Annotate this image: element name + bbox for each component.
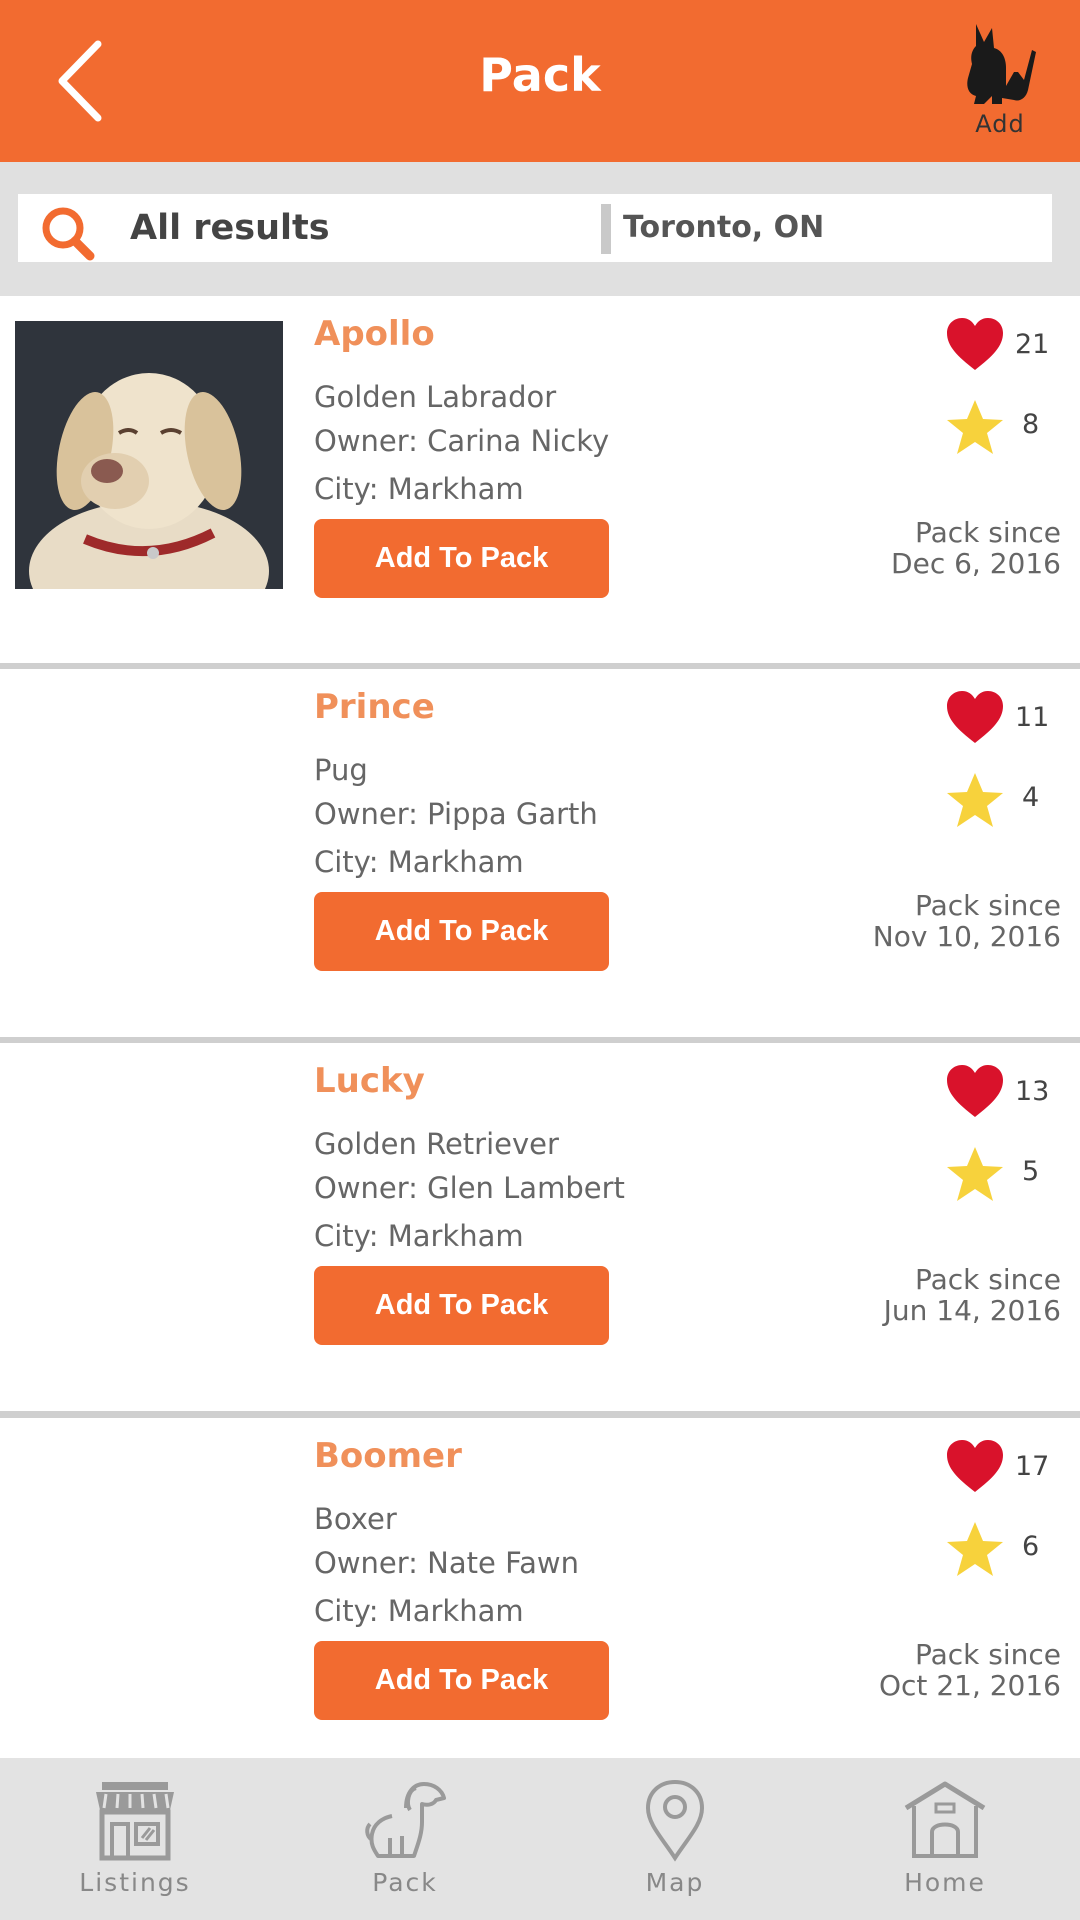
dog-breed: Pug [314, 753, 368, 787]
like-count: 13 [1015, 1076, 1050, 1107]
pack-since-label: Pack since [914, 1263, 1061, 1296]
pack-since: Pack since Dec 6, 2016 [891, 517, 1061, 579]
location-divider [601, 204, 611, 254]
dog-add-icon [967, 24, 1036, 104]
pack-since-label: Pack since [914, 889, 1061, 922]
pack-since: Pack since Oct 21, 2016 [879, 1639, 1061, 1701]
nav-map[interactable]: Map [575, 1778, 775, 1908]
nav-label: Home [904, 1868, 986, 1897]
star-count: 8 [1022, 409, 1040, 440]
nav-home[interactable]: Home [845, 1778, 1045, 1908]
heart-icon[interactable] [945, 689, 1005, 745]
search-bar-container: All results Toronto, ON [0, 162, 1080, 296]
heart-icon[interactable] [945, 1438, 1005, 1494]
dog-owner: Owner: Glen Lambert [314, 1171, 625, 1205]
add-to-pack-button[interactable]: Add To Pack [314, 1266, 609, 1345]
dog-city: City: Markham [314, 1594, 524, 1628]
star-icon[interactable] [945, 1145, 1005, 1203]
pack-since-label: Pack since [914, 1638, 1061, 1671]
pack-since-label: Pack since [914, 516, 1061, 549]
pack-since: Pack since Jun 14, 2016 [884, 1264, 1061, 1326]
list-item[interactable]: Prince Pug Owner: Pippa Garth City: Mark… [0, 669, 1080, 1034]
nav-label: Map [645, 1868, 705, 1897]
dog-name[interactable]: Boomer [314, 1436, 462, 1476]
pack-since-date: Oct 21, 2016 [879, 1669, 1061, 1702]
like-count: 17 [1015, 1451, 1050, 1482]
app-header: Pack Add [0, 0, 1080, 162]
pack-since-date: Nov 10, 2016 [872, 920, 1061, 953]
star-icon[interactable] [945, 1520, 1005, 1578]
location-field[interactable]: Toronto, ON [623, 210, 824, 245]
dog-photo[interactable] [15, 321, 283, 589]
like-count: 11 [1015, 702, 1050, 733]
nav-listings[interactable]: Listings [35, 1778, 235, 1908]
dog-breed: Boxer [314, 1502, 397, 1536]
heart-icon[interactable] [945, 316, 1005, 372]
dog-city: City: Markham [314, 1219, 524, 1253]
star-count: 5 [1022, 1156, 1040, 1187]
star-count: 4 [1022, 782, 1040, 813]
add-to-pack-button[interactable]: Add To Pack [314, 892, 609, 971]
like-count: 21 [1015, 329, 1050, 360]
nav-label: Listings [79, 1868, 191, 1897]
map-pin-icon [645, 1779, 705, 1862]
list-item[interactable]: Apollo Golden Labrador Owner: Carina Nic… [0, 296, 1080, 661]
dog-name[interactable]: Prince [314, 687, 435, 727]
page-title: Pack [479, 48, 601, 102]
dog-name[interactable]: Lucky [314, 1061, 425, 1101]
nav-pack[interactable]: Pack [305, 1778, 505, 1908]
dog-owner: Owner: Carina Nicky [314, 424, 610, 458]
pack-since-date: Dec 6, 2016 [891, 547, 1061, 580]
pack-since-date: Jun 14, 2016 [883, 1294, 1061, 1327]
dog-breed: Golden Retriever [314, 1127, 559, 1161]
search-query[interactable]: All results [130, 208, 330, 248]
dog-owner: Owner: Pippa Garth [314, 797, 598, 831]
star-icon[interactable] [945, 771, 1005, 829]
pack-since: Pack since Nov 10, 2016 [873, 890, 1061, 952]
dog-icon [365, 1782, 446, 1858]
search-box[interactable]: All results Toronto, ON [18, 194, 1052, 262]
add-to-pack-button[interactable]: Add To Pack [314, 1641, 609, 1720]
list-item[interactable]: Lucky Golden Retriever Owner: Glen Lambe… [0, 1043, 1080, 1408]
add-label: Add [975, 110, 1025, 138]
list-item[interactable]: Boomer Boxer Owner: Nate Fawn City: Mark… [0, 1418, 1080, 1758]
dog-city: City: Markham [314, 472, 524, 506]
star-icon[interactable] [945, 398, 1005, 456]
dog-city: City: Markham [314, 845, 524, 879]
bottom-nav: Listings Pack Map Home [0, 1758, 1080, 1920]
add-button[interactable]: Add [950, 20, 1050, 145]
dog-owner: Owner: Nate Fawn [314, 1546, 579, 1580]
add-to-pack-button[interactable]: Add To Pack [314, 519, 609, 598]
dog-name[interactable]: Apollo [314, 314, 435, 354]
heart-icon[interactable] [945, 1063, 1005, 1119]
doghouse-icon [904, 1781, 986, 1858]
star-count: 6 [1022, 1531, 1040, 1562]
storefront-icon [96, 1782, 174, 1861]
search-icon [42, 207, 95, 261]
dog-breed: Golden Labrador [314, 380, 557, 414]
nav-label: Pack [372, 1868, 438, 1897]
